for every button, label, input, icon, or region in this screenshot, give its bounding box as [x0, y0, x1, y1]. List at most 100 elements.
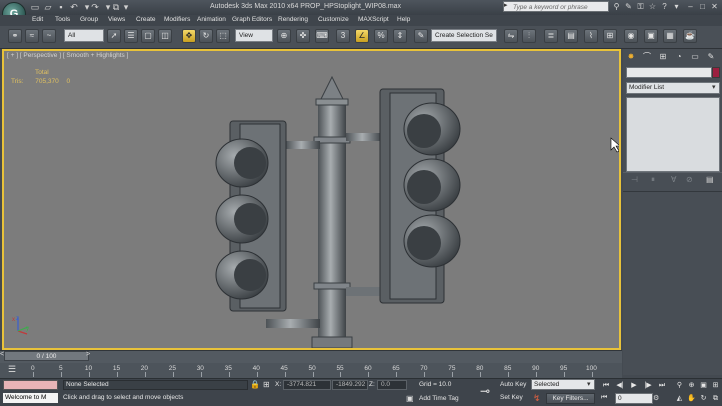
menu-customize[interactable]: Customize — [318, 16, 349, 23]
add-time-tag[interactable]: Add Time Tag — [419, 395, 459, 402]
open-file-icon[interactable]: ▱ — [43, 2, 53, 12]
key-selection-dropdown[interactable]: Selected — [531, 379, 595, 390]
key-filters-button[interactable]: Key Filters... — [546, 393, 595, 404]
zoom-extents-icon[interactable]: ▣ — [698, 380, 709, 391]
new-file-icon[interactable]: ▭ — [30, 2, 40, 12]
pan-icon[interactable]: ✋ — [686, 393, 697, 404]
chevron-down-icon[interactable]: ▾ — [587, 380, 591, 388]
mini-curve-editor-icon[interactable]: ☰ — [8, 364, 16, 375]
y-coordinate-field[interactable]: -1849.292 — [332, 380, 368, 390]
menu-views[interactable]: Views — [108, 16, 125, 23]
modify-tab-icon[interactable]: ⌒ — [641, 51, 653, 63]
orbit-icon[interactable]: ↻ — [698, 393, 709, 404]
maxscript-welcome[interactable]: Welcome to M — [3, 393, 58, 403]
zoom-all-icon[interactable]: ⊕ — [686, 380, 697, 391]
configure-sets-icon[interactable]: ▤ — [706, 175, 714, 184]
render-setup-icon[interactable]: ▣ — [644, 29, 658, 43]
go-to-start-icon[interactable]: ⏮ — [600, 380, 612, 391]
select-move-icon[interactable]: ✥ — [182, 29, 196, 43]
key-mode-toggle-icon[interactable]: ⏮ — [601, 394, 607, 402]
reference-coord-dropdown[interactable]: View — [235, 29, 273, 42]
snaps-toggle-icon[interactable]: 3 — [336, 29, 350, 43]
menu-maxscript[interactable]: MAXScript — [358, 16, 389, 23]
zoom-icon[interactable]: ⚲ — [674, 380, 685, 391]
menu-animation[interactable]: Animation — [197, 16, 226, 23]
menu-graph-editors[interactable]: Graph Editors — [232, 16, 272, 23]
redo-icon[interactable]: ↷ — [90, 2, 100, 12]
mirror-icon[interactable]: ⇋ — [504, 29, 518, 43]
render-production-icon[interactable]: ☕ — [683, 29, 697, 43]
time-slider-track[interactable] — [0, 350, 622, 363]
make-unique-icon[interactable]: ∀ — [671, 175, 676, 184]
modifier-stack[interactable] — [626, 97, 720, 172]
motion-tab-icon[interactable]: ◔ — [673, 51, 685, 63]
selection-filter-dropdown[interactable]: All — [64, 29, 104, 42]
modifier-list-dropdown[interactable]: Modifier List — [626, 82, 720, 94]
select-scale-icon[interactable]: ⬚ — [216, 29, 230, 43]
create-tab-icon[interactable]: ✸ — [625, 51, 637, 63]
search-input[interactable]: Type a keyword or phrase — [503, 1, 609, 12]
time-slider[interactable]: 0 / 100 — [4, 351, 89, 361]
percent-snap-icon[interactable]: % — [374, 29, 388, 43]
key-mode-icon[interactable]: ↯ — [533, 393, 541, 404]
display-tab-icon[interactable]: ▭ — [689, 51, 701, 63]
subscription-icon[interactable]: ⚿ — [635, 1, 646, 12]
bind-space-warp-icon[interactable]: ~ — [42, 29, 56, 43]
next-frame-icon[interactable]: |▶ — [642, 380, 654, 391]
named-selection-dropdown[interactable]: Create Selection Se — [431, 29, 497, 42]
slider-left-arrow-icon[interactable]: < — [0, 351, 4, 358]
select-rotate-icon[interactable]: ↻ — [199, 29, 213, 43]
select-by-name-icon[interactable]: ☰ — [124, 29, 138, 43]
hold-icon[interactable]: ⧉ — [111, 2, 121, 12]
time-config-icon[interactable]: ⚙ — [653, 394, 659, 402]
current-frame-field[interactable]: 0 — [615, 393, 653, 404]
previous-frame-icon[interactable]: ◀| — [614, 380, 626, 391]
viewport-perspective[interactable] — [2, 49, 621, 350]
minimize-icon[interactable]: – — [685, 1, 696, 12]
qa-dropdown-icon[interactable]: ▾ — [121, 2, 131, 12]
viewport-label[interactable]: [ + ] [ Perspective ] [ Smooth + Highlig… — [7, 52, 128, 59]
menu-help[interactable]: Help — [397, 16, 410, 23]
select-object-icon[interactable]: ➚ — [107, 29, 121, 43]
help-icon[interactable]: ? — [659, 1, 670, 12]
menu-create[interactable]: Create — [136, 16, 156, 23]
utilities-tab-icon[interactable]: ✎ — [705, 51, 717, 63]
schematic-view-icon[interactable]: ⊞ — [603, 29, 617, 43]
pivot-center-icon[interactable]: ⊕ — [277, 29, 291, 43]
z-coordinate-field[interactable]: 0.0 — [377, 380, 407, 390]
x-coordinate-field[interactable]: -3774.821 — [283, 380, 331, 390]
rendered-frame-icon[interactable]: ▦ — [663, 29, 677, 43]
graphite-tools-icon[interactable]: ▤ — [564, 29, 578, 43]
save-icon[interactable]: ▪ — [56, 2, 66, 12]
unlink-icon[interactable]: ≈ — [25, 29, 39, 43]
remove-modifier-icon[interactable]: ⊘ — [686, 175, 693, 184]
window-crossing-icon[interactable]: ◫ — [158, 29, 172, 43]
time-tag-icon[interactable]: ▣ — [406, 394, 414, 403]
link-icon[interactable]: ⚭ — [8, 29, 22, 43]
key-icon[interactable]: ✎ — [623, 1, 634, 12]
undo-icon[interactable]: ↶ — [69, 2, 79, 12]
set-key-icon[interactable]: ⊸ — [480, 384, 490, 398]
binoculars-icon[interactable]: ⚲ — [611, 1, 622, 12]
go-to-end-icon[interactable]: ⏭ — [656, 380, 668, 391]
edit-named-sel-icon[interactable]: ✎ — [414, 29, 428, 43]
menu-tools[interactable]: Tools — [55, 16, 70, 23]
field-of-view-icon[interactable]: ◭ — [674, 393, 685, 404]
zoom-extents-all-icon[interactable]: ⊞ — [710, 380, 721, 391]
menu-rendering[interactable]: Rendering — [278, 16, 308, 23]
object-name-field[interactable] — [626, 67, 712, 78]
hierarchy-tab-icon[interactable]: ⊞ — [657, 51, 669, 63]
set-key-button[interactable]: Set Key — [500, 393, 530, 403]
absolute-mode-icon[interactable]: ⊞ — [263, 380, 270, 389]
maximize-viewport-icon[interactable]: ⧉ — [710, 393, 721, 404]
material-editor-icon[interactable]: ◉ — [624, 29, 638, 43]
auto-key-button[interactable]: Auto Key — [500, 380, 530, 390]
maximize-icon[interactable]: □ — [697, 1, 708, 12]
maxscript-listener-mini[interactable] — [3, 380, 58, 390]
rect-selection-icon[interactable]: ▢ — [141, 29, 155, 43]
close-icon[interactable]: ✕ — [709, 1, 720, 12]
angle-snap-icon[interactable]: ∠ — [355, 29, 369, 43]
favorites-icon[interactable]: ☆ — [647, 1, 658, 12]
menu-group[interactable]: Group — [80, 16, 98, 23]
pin-stack-icon[interactable]: ⊣ — [631, 175, 638, 184]
